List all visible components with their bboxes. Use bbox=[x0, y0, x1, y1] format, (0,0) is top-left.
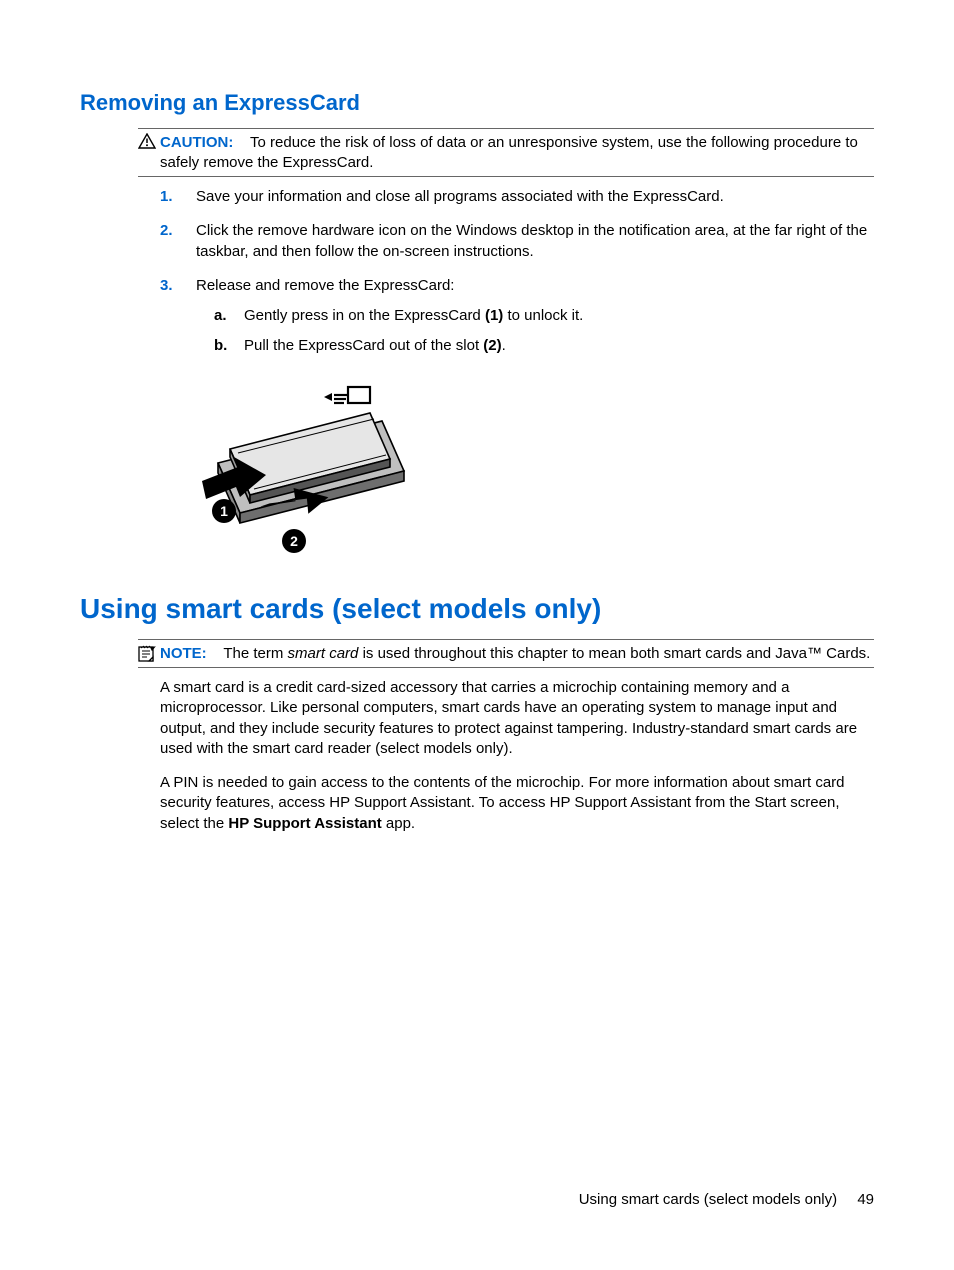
paragraph: A smart card is a credit card-sized acce… bbox=[160, 678, 874, 759]
note-icon bbox=[138, 644, 158, 666]
paragraph: A PIN is needed to gain access to the co… bbox=[160, 773, 874, 834]
ordered-list: 1. Save your information and close all p… bbox=[160, 187, 874, 367]
list-item: 3. Release and remove the ExpressCard: a… bbox=[160, 276, 874, 367]
caution-text-body: To reduce the risk of loss of data or an… bbox=[160, 134, 858, 171]
page-footer: Using smart cards (select models only) 4… bbox=[579, 1191, 874, 1208]
step-number: 2. bbox=[160, 221, 196, 262]
sub-list: a. Gently press in on the ExpressCard (1… bbox=[214, 306, 874, 357]
caution-callout: CAUTION: To reduce the risk of loss of d… bbox=[138, 128, 874, 177]
svg-text:1: 1 bbox=[220, 503, 228, 519]
note-text-post: is used throughout this chapter to mean … bbox=[358, 645, 870, 662]
svg-text:2: 2 bbox=[290, 533, 298, 549]
sub-letter: b. bbox=[214, 336, 244, 356]
section-heading-smart-cards: Using smart cards (select models only) bbox=[80, 593, 874, 625]
caution-text bbox=[238, 134, 251, 151]
expresscard-illustration: 1 2 bbox=[194, 381, 874, 565]
footer-section-text: Using smart cards (select models only) bbox=[579, 1191, 837, 1208]
note-label: NOTE: bbox=[160, 645, 207, 662]
caution-icon bbox=[138, 133, 158, 153]
page-number: 49 bbox=[857, 1191, 874, 1208]
caution-label: CAUTION: bbox=[160, 134, 233, 151]
list-item: 2. Click the remove hardware icon on the… bbox=[160, 221, 874, 262]
note-text-italic: smart card bbox=[288, 645, 359, 662]
note-text-pre: The term bbox=[223, 645, 287, 662]
sub-letter: a. bbox=[214, 306, 244, 326]
note-callout: NOTE: The term smart card is used throug… bbox=[138, 639, 874, 669]
step-text: Click the remove hardware icon on the Wi… bbox=[196, 221, 874, 262]
step-number: 3. bbox=[160, 276, 196, 367]
step-number: 1. bbox=[160, 187, 196, 207]
section-heading-removing-expresscard: Removing an ExpressCard bbox=[80, 90, 874, 116]
list-item: 1. Save your information and close all p… bbox=[160, 187, 874, 207]
step-text: Save your information and close all prog… bbox=[196, 187, 874, 207]
step-text: Release and remove the ExpressCard: a. G… bbox=[196, 276, 874, 367]
sub-list-item: a. Gently press in on the ExpressCard (1… bbox=[214, 306, 874, 326]
sub-list-item: b. Pull the ExpressCard out of the slot … bbox=[214, 336, 874, 356]
